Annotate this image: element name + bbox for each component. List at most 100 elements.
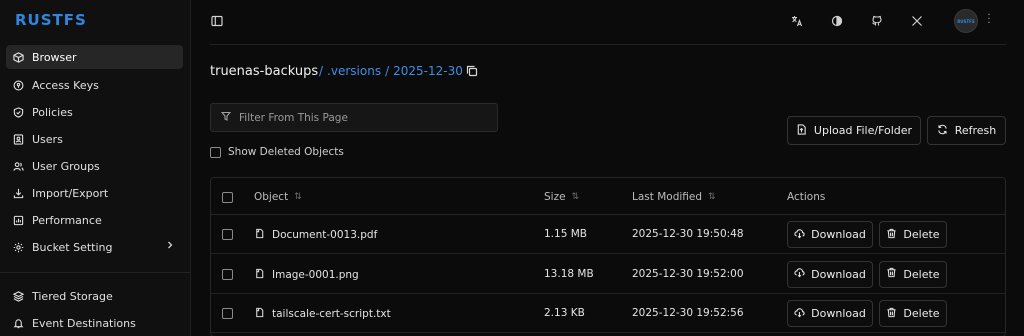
select-all-checkbox[interactable] (222, 192, 233, 203)
object-modified: 2025-12-30 19:50:48 (632, 228, 744, 240)
download-label: Download (811, 267, 866, 281)
bell-icon (12, 317, 24, 329)
sidebar-item-event-destinations[interactable]: Event Destinations (6, 311, 183, 335)
gear-icon (12, 241, 24, 253)
object-cell[interactable]: Image-0001.png (254, 268, 359, 282)
sort-icon[interactable]: ⇅ (708, 192, 716, 202)
x-twitter-icon[interactable] (910, 14, 924, 28)
download-icon (12, 187, 24, 199)
sidebar-item-label: User Groups (32, 159, 100, 173)
main-content: RUSTFS · · · truenas-backups / .versions /… (192, 0, 1024, 336)
avatar[interactable]: RUSTFS (954, 9, 978, 33)
more-menu-icon[interactable]: · · · (986, 11, 992, 29)
row-checkbox[interactable] (222, 268, 233, 280)
table-row[interactable]: Image-0001.png 13.18 MB 2025-12-30 19:52:0… (211, 255, 1005, 294)
object-modified: 2025-12-30 19:52:00 (632, 267, 744, 280)
sidebar-item-label: Access Keys (32, 78, 99, 92)
file-icon (254, 268, 265, 282)
cloud-download-icon (794, 307, 805, 321)
sidebar-item-label: Users (32, 132, 63, 146)
avatar-text: RUSTFS (957, 18, 975, 24)
file-icon (254, 307, 265, 321)
layers-icon (12, 290, 24, 302)
object-name[interactable]: Image-0001.png (272, 269, 359, 281)
size-cell: 1.15 MB (544, 228, 587, 240)
theme-toggle-icon[interactable] (830, 14, 844, 28)
sidebar-item-performance[interactable]: Performance (6, 208, 183, 232)
table-header: Object ⇅ Size ⇅ Last Modified ⇅ Actions (211, 178, 1005, 215)
breadcrumb-item-versions[interactable]: .versions (327, 64, 381, 78)
upload-button[interactable]: Upload File/Folder (787, 116, 921, 145)
delete-label: Delete (903, 228, 940, 241)
bucket-name: truenas-backups (210, 64, 319, 79)
file-icon (254, 228, 265, 242)
size-cell: 2.13 KB (544, 307, 585, 319)
download-button[interactable]: Download (787, 221, 873, 248)
sidebar-item-label: Event Destinations (32, 316, 136, 330)
sidebar-item-bucket-setting[interactable]: Bucket Setting (6, 235, 183, 259)
package-icon (12, 51, 24, 63)
sidebar-item-label: Browser (32, 50, 77, 64)
user-card-icon (12, 133, 24, 145)
column-actions-label: Actions (787, 191, 826, 203)
size-cell: 13.18 MB (544, 268, 594, 280)
sidebar-item-policies[interactable]: Policies (6, 100, 183, 124)
table-row[interactable]: Document-0013.pdf 1.15 MB 2025-12-30 19:50… (211, 215, 1005, 254)
sidebar: RUSTFS Browser Access Keys Policies User… (0, 0, 191, 336)
object-name[interactable]: tailscale-cert-script.txt (272, 308, 391, 320)
object-size: 1.15 MB (544, 228, 587, 240)
breadcrumb-item-date[interactable]: 2025-12-30 (393, 64, 463, 78)
sidebar-item-users[interactable]: Users (6, 127, 183, 151)
delete-button[interactable]: Delete (879, 221, 947, 248)
modified-cell: 2025-12-30 19:52:56 (632, 307, 744, 319)
delete-button[interactable]: Delete (879, 300, 947, 327)
logo: RUSTFS (15, 11, 87, 29)
delete-label: Delete (903, 307, 940, 320)
sidebar-toggle-icon[interactable] (210, 14, 224, 28)
object-cell[interactable]: Document-0013.pdf (254, 228, 377, 242)
download-button[interactable]: Download (787, 260, 873, 288)
refresh-button[interactable]: Refresh (927, 116, 1006, 145)
trash-icon (886, 267, 897, 281)
show-deleted-label: Show Deleted Objects (228, 146, 344, 158)
sidebar-item-tiered-storage[interactable]: Tiered Storage (6, 284, 183, 308)
sidebar-item-access-keys[interactable]: Access Keys (6, 73, 183, 97)
cloud-download-icon (794, 267, 805, 281)
object-name[interactable]: Document-0013.pdf (272, 229, 377, 241)
chevron-right-icon (165, 240, 175, 253)
refresh-icon (937, 124, 948, 138)
github-icon[interactable] (870, 14, 884, 28)
header-divider (210, 44, 1006, 45)
cloud-download-icon (794, 228, 805, 242)
translate-icon[interactable] (790, 14, 804, 28)
row-checkbox[interactable] (222, 229, 233, 240)
show-deleted-toggle[interactable]: Show Deleted Objects (210, 146, 344, 158)
copy-icon[interactable] (466, 65, 478, 77)
column-object[interactable]: Object ⇅ (254, 191, 302, 203)
users-icon (12, 160, 24, 172)
filter-box (210, 103, 498, 132)
trash-icon (886, 307, 897, 321)
sidebar-item-label: Tiered Storage (32, 289, 113, 303)
column-modified-label: Last Modified (632, 191, 703, 203)
sidebar-item-browser[interactable]: Browser (6, 45, 183, 69)
delete-label: Delete (903, 267, 940, 281)
sidebar-item-user-groups[interactable]: User Groups (6, 154, 183, 178)
column-size-label: Size (544, 191, 566, 203)
sort-icon[interactable]: ⇅ (572, 192, 580, 202)
object-cell[interactable]: tailscale-cert-script.txt (254, 307, 391, 321)
sidebar-item-label: Policies (32, 105, 73, 119)
download-button[interactable]: Download (787, 300, 873, 327)
sidebar-item-import-export[interactable]: Import/Export (6, 181, 183, 205)
sidebar-item-label: Import/Export (32, 186, 109, 200)
table-row[interactable]: tailscale-cert-script.txt 2.13 KB 2025-12-… (211, 294, 1005, 333)
sort-icon[interactable]: ⇅ (294, 192, 302, 202)
filter-input[interactable] (239, 111, 479, 124)
show-deleted-checkbox[interactable] (210, 146, 221, 158)
row-checkbox[interactable] (222, 308, 233, 319)
delete-button[interactable]: Delete (879, 260, 947, 288)
column-size[interactable]: Size ⇅ (544, 191, 579, 203)
shield-icon (12, 106, 24, 118)
column-last-modified[interactable]: Last Modified ⇅ (632, 191, 716, 203)
filter-icon (220, 111, 232, 124)
